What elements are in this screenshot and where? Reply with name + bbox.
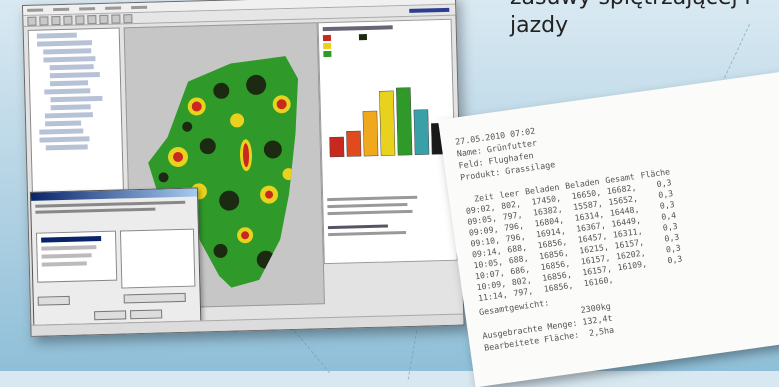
table-cell: 797, [512,285,534,299]
histogram-bar [362,110,379,157]
histogram-bar [396,87,413,156]
histogram-bar [346,130,362,157]
dialog-button[interactable] [37,295,70,306]
histogram-bar [413,109,430,156]
tree-view [27,27,125,202]
printed-receipt: 27.05.2010 07:02 Name: Grünfutter Feld: … [438,71,779,387]
decorative-dashed-line [407,330,418,380]
heading-line-1: zasuwy spiętrzającej r [510,0,754,12]
class-histogram [329,87,447,158]
dialog-button[interactable] [123,292,186,304]
dialog-title-bar [30,188,198,201]
cancel-button[interactable] [130,309,163,320]
ok-button[interactable] [94,310,127,321]
receipt-header: 27.05.2010 07:02 Name: Grünfutter Feld: … [454,123,556,184]
statistics-panel [317,18,458,265]
article-heading: zasuwy spiętrzającej r jazdy [510,0,754,40]
histogram-bar [379,90,396,156]
layer-list[interactable] [35,230,118,283]
histogram-bar [329,136,345,158]
area-value: 2,5ha [588,324,615,339]
software-screenshot [22,0,465,337]
values-list[interactable] [119,228,196,289]
settings-dialog [29,187,202,326]
heading-line-2: jazdy [510,13,569,38]
decorative-dashed-line [290,326,331,374]
brand-logo [409,7,450,13]
receipt-table: Zeit leer Beladen Beladen Gesamt Fläche … [461,166,688,305]
